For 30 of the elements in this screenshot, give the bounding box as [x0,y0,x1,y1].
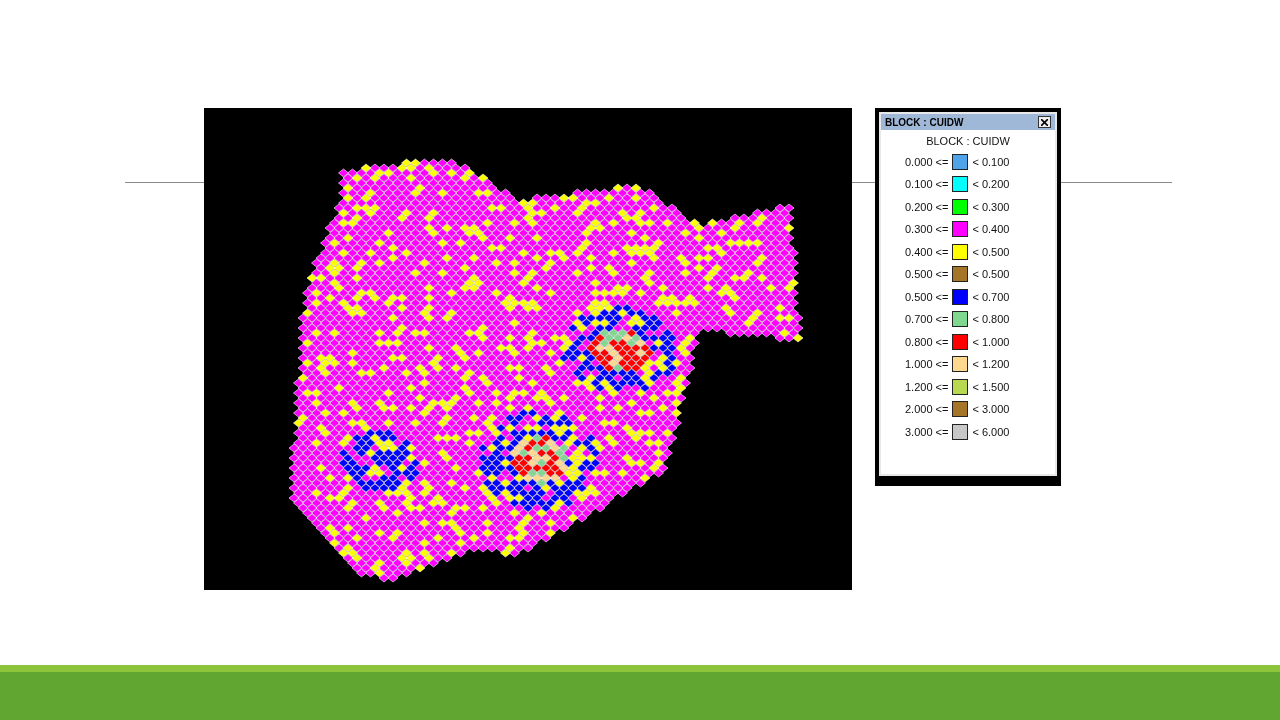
range-lower-label: 0.100 <= [905,178,949,191]
range-lower-label: 0.500 <= [905,268,949,281]
range-lower-label: 2.000 <= [905,403,949,416]
range-upper-label: < 0.100 [972,155,1010,168]
range-lower-label: 0.400 <= [905,245,949,258]
range-lower-label: 1.200 <= [905,380,949,393]
range-upper-label: < 0.400 [972,223,1010,236]
range-lower-label: 1.000 <= [905,358,949,371]
close-button[interactable] [1038,116,1051,128]
range-upper-label: < 0.500 [972,268,1010,281]
range-lower-label: 0.700 <= [905,313,949,326]
range-upper-label: < 1.200 [972,358,1010,371]
range-lower-label: 0.000 <= [905,155,949,168]
range-lower-label: 3.000 <= [905,425,949,438]
close-icon [1041,118,1048,126]
legend-heading: BLOCK : CUIDW [925,135,1011,147]
range-upper-label: < 3.000 [972,403,1010,416]
range-upper-label: < 0.200 [972,178,1010,191]
range-lower-label: 0.800 <= [905,335,949,348]
range-upper-label: < 0.500 [972,245,1010,258]
range-upper-label: < 1.500 [972,380,1010,393]
range-upper-label: < 0.800 [972,313,1010,326]
range-lower-label: 0.500 <= [905,290,949,303]
range-upper-label: < 6.000 [972,425,1010,438]
window-title: BLOCK : CUIDW [885,116,964,128]
range-lower-label: 0.200 <= [905,200,949,213]
range-upper-label: < 0.300 [972,200,1010,213]
range-upper-label: < 0.700 [972,290,1010,303]
range-lower-label: 0.300 <= [905,223,949,236]
range-upper-label: < 1.000 [972,335,1010,348]
